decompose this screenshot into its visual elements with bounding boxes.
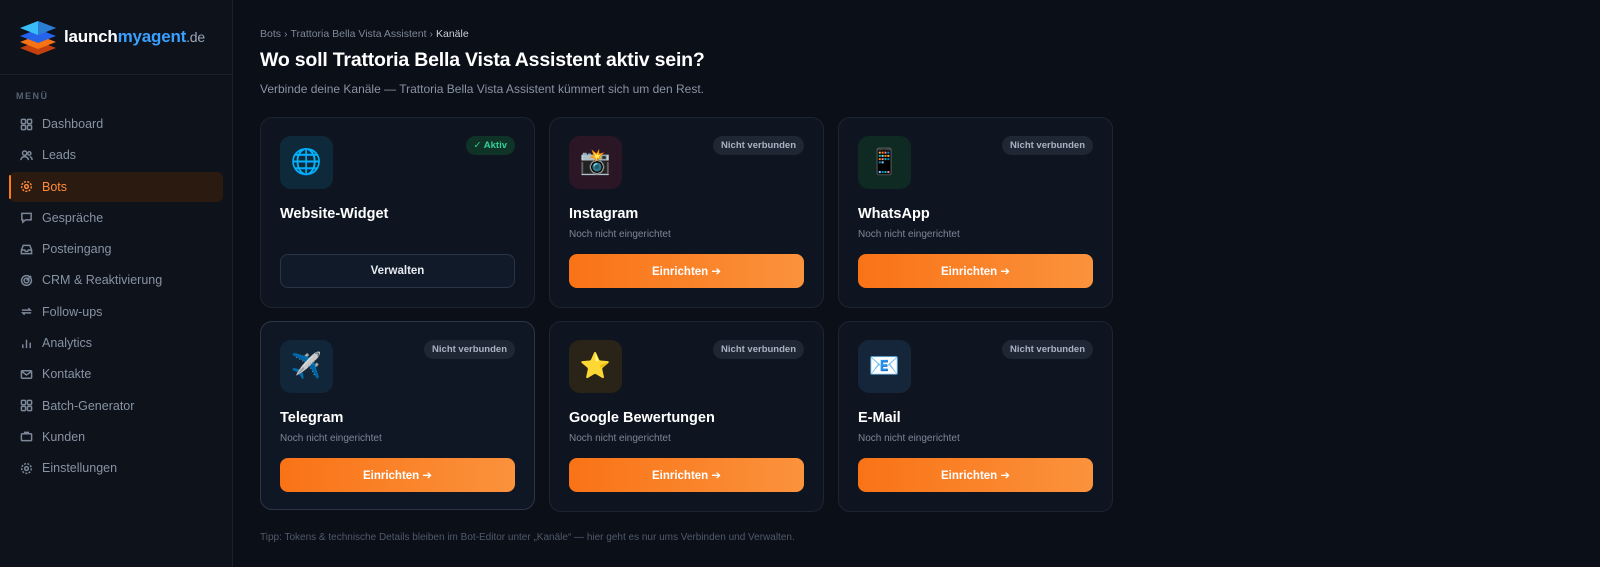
breadcrumb-separator: › bbox=[284, 28, 288, 40]
status-badge: Nicht verbunden bbox=[713, 136, 804, 155]
channel-card-email: 📧 Nicht verbunden E-Mail Noch nicht eing… bbox=[838, 321, 1113, 512]
brand-name: launchmyagent.de bbox=[64, 27, 205, 47]
sidebar-item-label: Follow-ups bbox=[42, 304, 103, 319]
globe-icon: 🌐 bbox=[280, 136, 333, 189]
star-icon: ⭐ bbox=[569, 340, 622, 393]
sidebar-item-label: Leads bbox=[42, 148, 77, 163]
setup-button[interactable]: Einrichten ➔ bbox=[858, 458, 1093, 492]
sidebar-item-bots[interactable]: Bots bbox=[9, 171, 223, 202]
breadcrumb-current: Kanäle bbox=[436, 28, 469, 40]
status-badge: Nicht verbunden bbox=[424, 340, 515, 359]
channel-description: Noch nicht eingerichtet bbox=[858, 433, 960, 444]
sidebar-item-label: Kontakte bbox=[42, 367, 92, 382]
sidebar-item-gespraeche[interactable]: Gespräche bbox=[9, 203, 223, 233]
brand-part-1: launch bbox=[64, 27, 118, 46]
sidebar-item-label: Analytics bbox=[42, 336, 93, 351]
repeat-icon bbox=[20, 308, 33, 316]
setup-button[interactable]: Einrichten ➔ bbox=[858, 254, 1093, 288]
manage-button[interactable]: Verwalten bbox=[280, 254, 515, 288]
channel-card-instagram: 📸 Nicht verbunden Instagram Noch nicht e… bbox=[549, 117, 824, 308]
page-subtitle: Verbinde deine Kanäle — Trattoria Bella … bbox=[260, 82, 704, 96]
sidebar: launchmyagent.de MENÜ Dashboard Leads Bo… bbox=[0, 0, 233, 567]
status-badge: ✓ Aktiv bbox=[465, 136, 515, 155]
chat-icon bbox=[21, 212, 32, 225]
status-badge: Nicht verbunden bbox=[1002, 340, 1093, 359]
sidebar-item-posteingang[interactable]: Posteingang bbox=[9, 234, 223, 264]
sidebar-item-label: Bots bbox=[42, 179, 68, 194]
status-badge: Nicht verbunden bbox=[713, 340, 804, 359]
phone-icon: 📱 bbox=[858, 136, 911, 189]
sidebar-item-label: Posteingang bbox=[42, 242, 112, 257]
channel-card-whatsapp: 📱 Nicht verbunden WhatsApp Noch nicht ei… bbox=[838, 117, 1113, 308]
sidebar-item-label: Gespräche bbox=[42, 210, 104, 225]
channel-name: Google Bewertungen bbox=[569, 410, 715, 426]
gear-icon bbox=[20, 181, 33, 193]
mail-icon bbox=[20, 369, 33, 379]
sidebar-item-crm[interactable]: CRM & Reaktivierung bbox=[9, 265, 223, 295]
grid-icon bbox=[20, 399, 33, 412]
briefcase-icon bbox=[20, 432, 33, 442]
channel-description: Noch nicht eingerichtet bbox=[569, 229, 671, 240]
setup-button[interactable]: Einrichten ➔ bbox=[569, 254, 804, 288]
brand-part-3: .de bbox=[186, 29, 205, 45]
sidebar-item-label: Batch-Generator bbox=[42, 398, 135, 413]
inbox-icon bbox=[20, 244, 33, 255]
channel-description: Noch nicht eingerichtet bbox=[569, 433, 671, 444]
sidebar-item-kunden[interactable]: Kunden bbox=[9, 422, 223, 452]
setup-button[interactable]: Einrichten ➔ bbox=[280, 458, 515, 492]
channel-name: Instagram bbox=[569, 206, 639, 222]
sidebar-item-label: CRM & Reaktivierung bbox=[42, 273, 163, 288]
channel-description: Noch nicht eingerichtet bbox=[858, 229, 960, 240]
sidebar-item-analytics[interactable]: Analytics bbox=[9, 328, 223, 358]
camera-icon: 📸 bbox=[569, 136, 622, 189]
channel-name: Website-Widget bbox=[280, 206, 389, 222]
bar-chart-icon bbox=[22, 339, 31, 348]
sidebar-item-dashboard[interactable]: Dashboard bbox=[9, 109, 223, 139]
breadcrumb-bots[interactable]: Bots bbox=[260, 28, 281, 40]
sidebar-item-kontakte[interactable]: Kontakte bbox=[9, 359, 223, 389]
channel-card-google-reviews: ⭐ Nicht verbunden Google Bewertungen Noc… bbox=[549, 321, 824, 512]
channel-name: WhatsApp bbox=[858, 206, 930, 222]
envelope-icon: 📧 bbox=[858, 340, 911, 393]
breadcrumb-separator: › bbox=[429, 28, 434, 40]
menu-label: MENÜ bbox=[16, 91, 49, 101]
breadcrumb-bot[interactable]: Trattoria Bella Vista Assistent bbox=[291, 28, 427, 40]
sidebar-nav: Dashboard Leads Bots Gespräche Posteinga… bbox=[0, 109, 232, 483]
logo-stack-icon bbox=[20, 21, 56, 55]
channel-grid: 🌐 ✓ Aktiv Website-Widget Verwalten 📸 Nic… bbox=[260, 117, 1113, 512]
tip-text: Tipp: Tokens & technische Details bleibe… bbox=[260, 532, 795, 543]
users-icon bbox=[20, 150, 33, 161]
sidebar-item-batch-generator[interactable]: Batch-Generator bbox=[9, 391, 223, 421]
gear-icon bbox=[20, 462, 33, 474]
channel-name: Telegram bbox=[280, 410, 344, 426]
page-title: Wo soll Trattoria Bella Vista Assistent … bbox=[260, 49, 705, 71]
target-icon bbox=[20, 274, 33, 287]
sidebar-item-label: Dashboard bbox=[42, 117, 104, 131]
main-content: Bots › Trattoria Bella Vista Assistent › Kan… bbox=[260, 0, 1360, 543]
sidebar-item-leads[interactable]: Leads bbox=[9, 140, 223, 170]
grid-icon bbox=[20, 118, 33, 130]
channel-card-telegram: ✈️ Nicht verbunden Telegram Noch nicht e… bbox=[260, 321, 535, 510]
status-badge: Nicht verbunden bbox=[1002, 136, 1093, 155]
breadcrumb: Bots › Trattoria Bella Vista Assistent › Kan… bbox=[260, 28, 1360, 40]
channel-card-website-widget: 🌐 ✓ Aktiv Website-Widget Verwalten bbox=[260, 117, 535, 308]
sidebar-item-einstellungen[interactable]: Einstellungen bbox=[9, 453, 223, 483]
sidebar-item-label: Kunden bbox=[42, 429, 86, 444]
sidebar-item-label: Einstellungen bbox=[42, 461, 118, 476]
channel-description: Noch nicht eingerichtet bbox=[280, 433, 382, 444]
setup-button[interactable]: Einrichten ➔ bbox=[569, 458, 804, 492]
airplane-icon: ✈️ bbox=[280, 340, 333, 393]
sidebar-item-follow-ups[interactable]: Follow-ups bbox=[9, 297, 223, 327]
brand-logo[interactable]: launchmyagent.de bbox=[0, 0, 232, 75]
brand-part-2: myagent bbox=[117, 27, 187, 46]
channel-name: E-Mail bbox=[858, 410, 901, 426]
